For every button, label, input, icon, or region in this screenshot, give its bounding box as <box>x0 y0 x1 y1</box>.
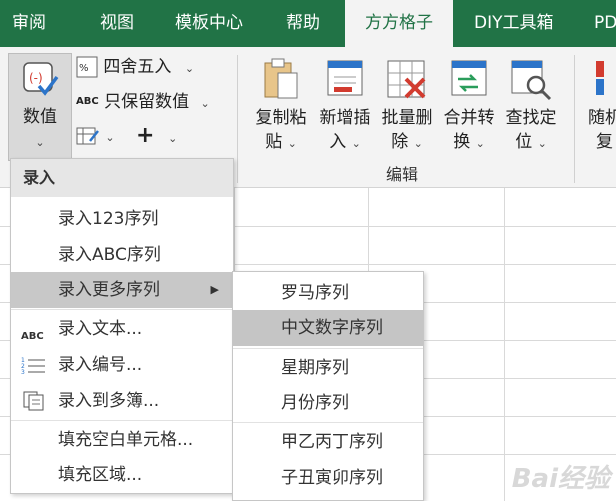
chevron-down-icon: ⌄ <box>168 132 178 145</box>
svg-text:(-): (-) <box>29 71 43 85</box>
round-button[interactable]: % 四舍五入 ⌄ <box>76 54 206 80</box>
menu-item-input-multi-workbook[interactable]: 录入到多簿... <box>11 383 233 419</box>
menu-item-input-abc-series[interactable]: 录入ABC序列 <box>11 237 233 273</box>
batch-delete-label-1: 批量删 <box>381 108 433 128</box>
delete-grid-icon <box>387 60 426 99</box>
round-label: 四舍五入 <box>103 57 172 77</box>
tab-pd[interactable]: PD <box>594 0 616 47</box>
menu-item-input-123-series[interactable]: 录入123序列 <box>11 201 233 237</box>
tab-fangfanggezi[interactable]: 方方格子 <box>345 0 453 47</box>
random-label-2: 复 <box>596 132 613 152</box>
watermark: Bai经验 <box>511 464 610 494</box>
keep-value-button[interactable]: ABC 只保留数值 ⌄ <box>76 89 226 115</box>
merge-convert-label-1: 合并转 <box>443 108 495 128</box>
chevron-right-icon: ▶ <box>210 283 219 296</box>
clipboard-icon <box>264 58 298 99</box>
table-edit-icon <box>76 127 99 145</box>
plus-icon: + <box>136 123 155 148</box>
svg-text:3: 3 <box>21 369 25 375</box>
round-icon: % <box>76 56 98 78</box>
submenu-item-month-series[interactable]: 月份序列 <box>233 385 423 421</box>
group-separator <box>237 55 238 183</box>
group-label-edit: 编辑 <box>386 165 419 184</box>
multi-workbook-icon <box>23 391 44 411</box>
abc-icon: ABC <box>21 331 44 342</box>
chevron-down-icon: ⌄ <box>184 62 195 75</box>
value-dropdown-menu: 录入 录入123序列 录入ABC序列 录入更多序列 ▶ ABC 录入文本... … <box>10 158 234 494</box>
group-separator <box>574 55 575 183</box>
menu-item-fill-area[interactable]: 填充区域... <box>11 457 233 493</box>
merge-convert-label-2: 换 ⌄ <box>453 132 485 152</box>
menu-item-input-number[interactable]: 1 2 3 录入编号... <box>11 347 233 383</box>
value-button[interactable]: (-) 数值 ⌄ <box>8 53 72 161</box>
svg-text:%: % <box>79 63 89 74</box>
chevron-down-icon: ⌄ <box>200 97 210 110</box>
merge-convert-icon <box>451 60 487 96</box>
add-insert-label-1: 新增插 <box>319 108 371 128</box>
tab-template-center[interactable]: 模板中心 <box>175 0 265 47</box>
submenu-item-weekday-series[interactable]: 星期序列 <box>233 350 423 386</box>
plus-button[interactable]: + ⌄ <box>136 123 186 149</box>
merge-convert-button[interactable]: 合并转 换 ⌄ <box>438 53 500 157</box>
menu-header: 录入 <box>11 159 233 197</box>
numbered-list-icon: 1 2 3 <box>21 357 45 375</box>
tab-help[interactable]: 帮助 <box>286 0 336 47</box>
abc-icon: ABC <box>76 96 99 107</box>
copy-paste-label-2: 贴 ⌄ <box>265 132 297 152</box>
tab-diy-toolbox[interactable]: DIY工具箱 <box>474 0 574 47</box>
value-button-label: 数值 <box>23 107 57 127</box>
menu-item-input-text[interactable]: ABC 录入文本... <box>11 311 233 347</box>
chevron-down-icon: ⌄ <box>35 136 45 149</box>
insert-rows-icon <box>327 60 363 96</box>
copy-paste-button[interactable]: 复制粘 贴 ⌄ <box>250 53 312 157</box>
batch-delete-label-2: 除 ⌄ <box>391 132 423 152</box>
copy-paste-label-1: 复制粘 <box>255 108 307 128</box>
batch-delete-button[interactable]: 批量删 除 ⌄ <box>376 53 438 157</box>
add-insert-label-2: 入 ⌄ <box>329 132 361 152</box>
chevron-down-icon: ⌄ <box>105 131 115 144</box>
format-button[interactable]: ⌄ <box>76 123 120 149</box>
add-insert-button[interactable]: 新增插 入 ⌄ <box>314 53 376 157</box>
find-locate-label-2: 位 ⌄ <box>515 132 547 152</box>
submenu-item-heavenly-stems-series[interactable]: 甲乙丙丁序列 <box>233 424 423 460</box>
random-icon <box>596 61 604 95</box>
tab-view[interactable]: 视图 <box>100 0 150 47</box>
random-button[interactable]: 随机 复 <box>580 53 616 157</box>
ribbon-tab-bar: 审阅 视图 模板中心 帮助 方方格子 DIY工具箱 PD <box>0 0 616 47</box>
magnifier-icon <box>511 60 552 101</box>
find-locate-button[interactable]: 查找定 位 ⌄ <box>500 53 562 157</box>
more-series-submenu: 罗马序列 中文数字序列 星期序列 月份序列 甲乙丙丁序列 子丑寅卯序列 <box>232 271 424 501</box>
submenu-item-roman-series[interactable]: 罗马序列 <box>233 275 423 311</box>
submenu-item-chinese-number-series[interactable]: 中文数字序列 <box>233 310 423 346</box>
random-label-1: 随机 <box>588 108 616 128</box>
value-icon: (-) <box>23 62 59 96</box>
menu-item-fill-blank-cells[interactable]: 填充空白单元格... <box>11 422 233 458</box>
submenu-item-earthly-branches-series[interactable]: 子丑寅卯序列 <box>233 460 423 496</box>
menu-item-input-more-series[interactable]: 录入更多序列 ▶ <box>11 272 233 308</box>
find-locate-label-1: 查找定 <box>505 108 557 128</box>
keep-value-label: 只保留数值 <box>104 92 190 112</box>
tab-review[interactable]: 审阅 <box>12 0 62 47</box>
